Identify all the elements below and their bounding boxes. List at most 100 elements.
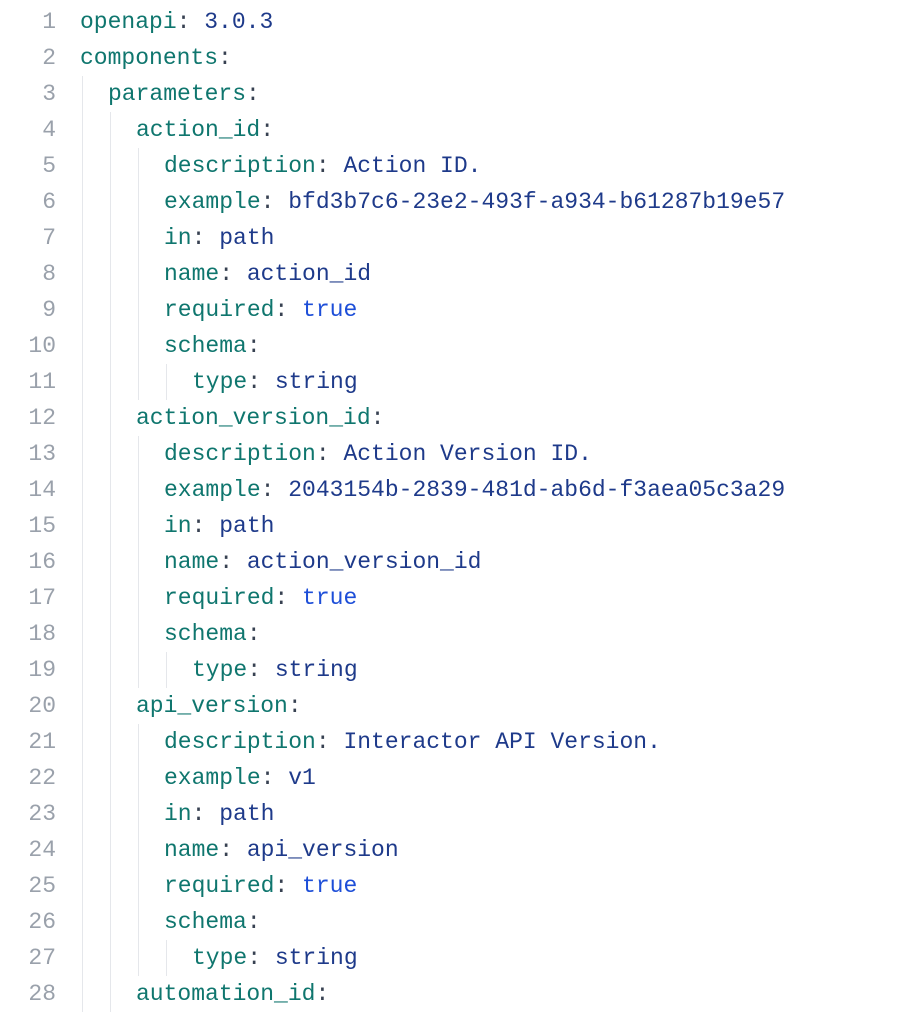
token-val: string: [275, 657, 358, 683]
code-line: required: true: [80, 580, 923, 616]
indent-guide: [110, 580, 111, 616]
code-editor: 1234567891011121314151617181920212223242…: [0, 0, 923, 1012]
token-key: example: [164, 765, 261, 791]
code-line: action_id:: [80, 112, 923, 148]
code-line: required: true: [80, 868, 923, 904]
token-key: automation_id: [136, 981, 315, 1007]
token-key: openapi: [80, 9, 177, 35]
code-line: description: Action ID.: [80, 148, 923, 184]
indent-guide: [110, 292, 111, 328]
indent-guide: [110, 868, 111, 904]
token-key: required: [164, 297, 274, 323]
token-val: api_version: [247, 837, 399, 863]
code-line: example: 2043154b-2839-481d-ab6d-f3aea05…: [80, 472, 923, 508]
token-key: type: [192, 945, 247, 971]
token-key: in: [164, 225, 192, 251]
indent-guide: [82, 796, 83, 832]
indent-guide: [82, 760, 83, 796]
indent-guide: [82, 112, 83, 148]
token-punc: :: [219, 261, 247, 287]
line-number: 25: [0, 868, 56, 904]
indent-guide: [110, 796, 111, 832]
indent-guide: [110, 256, 111, 292]
token-punc: :: [247, 657, 275, 683]
indent-guide: [82, 724, 83, 760]
line-number: 27: [0, 940, 56, 976]
line-number: 14: [0, 472, 56, 508]
token-key: action_version_id: [136, 405, 371, 431]
token-key: required: [164, 585, 274, 611]
indent-guide: [82, 184, 83, 220]
indent-guide: [138, 184, 139, 220]
code-line: description: Interactor API Version.: [80, 724, 923, 760]
line-number: 26: [0, 904, 56, 940]
code-line: schema:: [80, 616, 923, 652]
code-line: api_version:: [80, 688, 923, 724]
token-kw: true: [302, 873, 357, 899]
indent-guide: [110, 328, 111, 364]
token-val: path: [219, 225, 274, 251]
indent-guide: [110, 364, 111, 400]
code-line: name: action_id: [80, 256, 923, 292]
token-key: parameters: [108, 81, 246, 107]
line-number: 1: [0, 4, 56, 40]
token-punc: :: [247, 621, 261, 647]
token-punc: :: [288, 693, 302, 719]
token-key: example: [164, 477, 261, 503]
token-key: example: [164, 189, 261, 215]
indent-guide: [82, 400, 83, 436]
indent-guide: [110, 472, 111, 508]
indent-guide: [82, 976, 83, 1012]
line-number: 19: [0, 652, 56, 688]
line-number: 6: [0, 184, 56, 220]
indent-guide: [110, 112, 111, 148]
token-punc: :: [316, 729, 344, 755]
indent-guide: [82, 688, 83, 724]
line-number: 4: [0, 112, 56, 148]
token-punc: :: [316, 441, 344, 467]
indent-guide: [110, 436, 111, 472]
token-punc: :: [219, 549, 247, 575]
token-punc: :: [192, 225, 220, 251]
code-line: parameters:: [80, 76, 923, 112]
line-number: 23: [0, 796, 56, 832]
indent-guide: [138, 832, 139, 868]
indent-guide: [110, 148, 111, 184]
code-line: name: action_version_id: [80, 544, 923, 580]
code-line: description: Action Version ID.: [80, 436, 923, 472]
token-val: 2043154b-2839-481d-ab6d-f3aea05c3a29: [288, 477, 785, 503]
token-punc: :: [192, 801, 220, 827]
line-number: 8: [0, 256, 56, 292]
indent-guide: [110, 616, 111, 652]
line-number: 17: [0, 580, 56, 616]
indent-guide: [110, 976, 111, 1012]
indent-guide: [82, 508, 83, 544]
token-punc: :: [247, 909, 261, 935]
indent-guide: [166, 364, 167, 400]
code-line: schema:: [80, 328, 923, 364]
indent-guide: [138, 148, 139, 184]
line-number: 5: [0, 148, 56, 184]
code-line: in: path: [80, 796, 923, 832]
indent-guide: [82, 220, 83, 256]
indent-guide: [138, 292, 139, 328]
indent-guide: [138, 328, 139, 364]
indent-guide: [110, 760, 111, 796]
indent-guide: [82, 616, 83, 652]
indent-guide: [110, 688, 111, 724]
indent-guide: [110, 832, 111, 868]
line-number: 21: [0, 724, 56, 760]
indent-guide: [138, 940, 139, 976]
token-val: v1: [288, 765, 316, 791]
code-line: action_version_id:: [80, 400, 923, 436]
code-line: type: string: [80, 364, 923, 400]
indent-guide: [138, 220, 139, 256]
indent-guide: [138, 508, 139, 544]
code-area[interactable]: openapi: 3.0.3components:parameters:acti…: [80, 4, 923, 1012]
token-key: action_id: [136, 117, 260, 143]
indent-guide: [110, 184, 111, 220]
token-val: Action Version ID.: [343, 441, 591, 467]
token-punc: :: [192, 513, 220, 539]
token-key: type: [192, 657, 247, 683]
indent-guide: [82, 544, 83, 580]
